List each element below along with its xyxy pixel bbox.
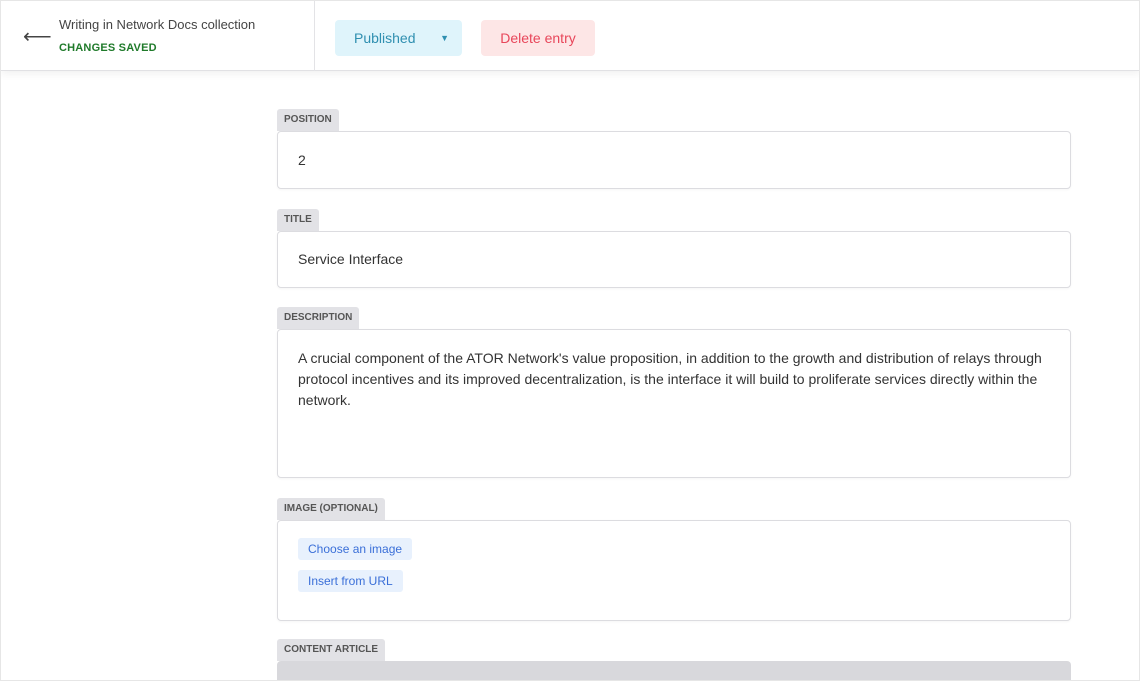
description-value: A crucial component of the ATOR Network'… (298, 350, 1042, 408)
top-bar: ⟵ Writing in Network Docs collection CHA… (1, 1, 1139, 71)
arrow-left-icon[interactable]: ⟵ (23, 27, 52, 47)
position-value: 2 (298, 152, 306, 168)
description-field[interactable]: A crucial component of the ATOR Network'… (277, 329, 1071, 478)
title-field[interactable]: Service Interface (277, 231, 1071, 288)
collection-title: Writing in Network Docs collection (59, 17, 256, 32)
description-label: DESCRIPTION (277, 307, 360, 329)
insert-url-button[interactable]: Insert from URL (298, 570, 403, 592)
header-divider (314, 1, 315, 71)
editor-frame: ⟵ Writing in Network Docs collection CHA… (0, 0, 1140, 681)
image-field: Choose an image Insert from URL (277, 520, 1071, 621)
status-dropdown-button[interactable]: Published ▼ (335, 20, 462, 56)
position-field[interactable]: 2 (277, 131, 1071, 189)
position-label: POSITION (277, 109, 339, 131)
save-status: CHANGES SAVED (59, 42, 157, 54)
choose-image-button[interactable]: Choose an image (298, 538, 413, 560)
caret-down-icon: ▼ (440, 33, 449, 43)
title-label: TITLE (277, 209, 319, 231)
delete-entry-button[interactable]: Delete entry (481, 20, 595, 56)
title-value: Service Interface (298, 251, 404, 267)
content-article-label: CONTENT ARTICLE (277, 639, 386, 661)
content-article-editor[interactable] (277, 661, 1071, 680)
status-label: Published (354, 30, 416, 46)
image-label: IMAGE (OPTIONAL) (277, 498, 385, 520)
